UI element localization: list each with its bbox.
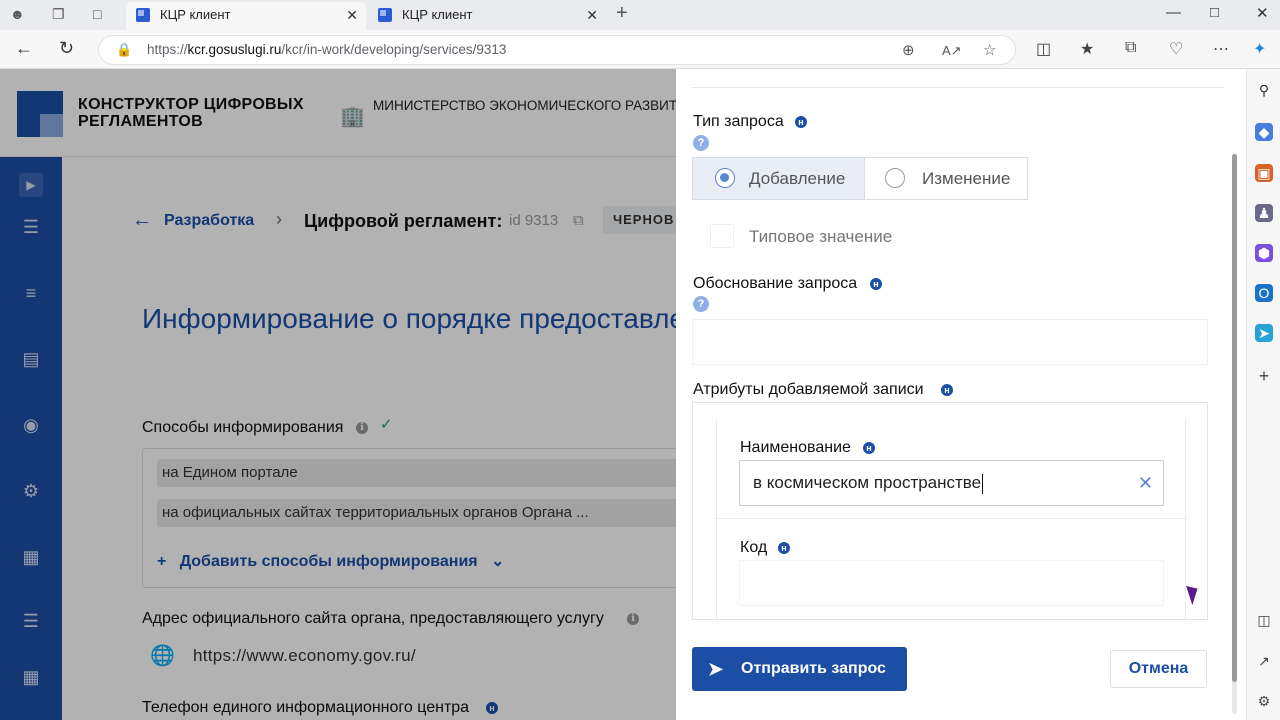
justification-label: Обоснование запроса (693, 275, 858, 292)
attributes-inner: Наименование н в космическом пространств… (716, 419, 1187, 621)
paper-plane-icon: ➤ (708, 659, 724, 679)
lock-icon[interactable]: 🔒 (116, 42, 132, 58)
profile-icon[interactable]: ☻ (10, 6, 25, 22)
name-input-value: в космическом пространстве (753, 473, 982, 492)
microsoft-365-icon[interactable]: ⬢ (1255, 244, 1273, 262)
url-path: /kcr/in-work/developing/services/9313 (281, 42, 507, 57)
radio-change-label: Изменение (922, 169, 1011, 188)
attributes-box: Наименование н в космическом пространств… (692, 402, 1208, 621)
address-bar[interactable]: 🔒 https://kcr.gosuslugi.ru/kcr/in-work/d… (98, 35, 1016, 65)
info-icon[interactable]: н (870, 278, 882, 290)
name-input[interactable]: в космическом пространстве ✕ (739, 460, 1164, 506)
request-type-radio-group: Добавление Изменение (692, 157, 1028, 200)
favorites-icon[interactable]: ★ (1080, 39, 1094, 59)
shopping-icon[interactable]: ◆ (1255, 123, 1273, 141)
kcr-favicon-icon (378, 8, 392, 22)
tab-title: КЦР клиент (402, 7, 473, 22)
browser-tab-active[interactable]: КЦР клиент ✕ (126, 2, 366, 30)
maximize-icon[interactable]: □ (1210, 4, 1219, 21)
more-menu-icon[interactable]: ⋯ (1213, 39, 1229, 59)
radio-change[interactable]: Изменение (865, 158, 1027, 199)
new-tab-icon[interactable]: + (616, 2, 628, 25)
send-request-label: Отправить запрос (741, 660, 886, 677)
workspaces-icon[interactable]: ❐ (52, 6, 65, 23)
collections-icon[interactable]: ⧉ (1125, 39, 1136, 57)
radio-add[interactable]: Добавление (693, 158, 865, 199)
url-text[interactable]: https://kcr.gosuslugi.ru/kcr/in-work/dev… (147, 42, 506, 57)
browser-tab-bar: ☻ ❐ □ КЦР клиент ✕ КЦР клиент ✕ + — □ ✕ (0, 0, 1280, 30)
url-prefix: https:// (147, 42, 188, 57)
external-link-icon[interactable]: ↗ (1255, 652, 1273, 670)
sidebar-toggle-icon[interactable]: ◫ (1255, 611, 1273, 629)
outlook-icon[interactable]: O (1255, 284, 1273, 302)
split-screen-icon[interactable]: ◫ (1036, 39, 1051, 59)
name-label: Наименование (740, 439, 851, 456)
tab-title: КЦР клиент (160, 7, 231, 22)
tab-actions-icon[interactable]: □ (93, 6, 101, 22)
info-icon[interactable]: н (941, 384, 953, 396)
close-tab-icon[interactable]: ✕ (346, 2, 358, 28)
reload-icon[interactable]: ↻ (59, 38, 74, 59)
typical-value-checkbox[interactable] (710, 224, 734, 248)
clear-icon[interactable]: ✕ (1138, 461, 1153, 505)
divider (692, 87, 1224, 88)
justification-field[interactable] (692, 319, 1208, 365)
send-request-button[interactable]: ➤ Отправить запрос (692, 647, 907, 691)
edge-sidebar: ⚲ ◆ ▣ ♟ ⬢ O ➤ + ◫ ↗ ⚙ (1246, 69, 1280, 720)
help-icon[interactable]: ? (693, 135, 709, 151)
drop-icon[interactable]: ➤ (1255, 324, 1273, 342)
attributes-label: Атрибуты добавляемой записи (693, 381, 924, 398)
typical-value-label: Типовое значение (749, 227, 893, 246)
code-input[interactable] (739, 560, 1164, 606)
search-icon[interactable]: ⚲ (1255, 81, 1273, 99)
settings-gear-icon[interactable]: ⚙ (1255, 692, 1273, 710)
read-aloud-icon[interactable]: A↗ (942, 43, 962, 59)
minimize-icon[interactable]: — (1166, 4, 1181, 21)
request-drawer: Тип запроса н ? Добавление Изменение Тип… (676, 69, 1246, 720)
modal-backdrop[interactable] (0, 69, 676, 720)
url-host: kcr.gosuslugi.ru (187, 42, 282, 57)
browser-tab[interactable]: КЦР клиент ✕ (368, 2, 606, 30)
back-icon[interactable]: ← (15, 38, 33, 59)
radio-unselected-icon[interactable] (885, 168, 905, 188)
close-tab-icon[interactable]: ✕ (586, 2, 598, 28)
browser-essentials-icon[interactable]: ♡ (1169, 39, 1183, 59)
favorite-star-icon[interactable]: ☆ (983, 41, 996, 59)
radio-selected-icon[interactable] (715, 168, 735, 188)
close-window-icon[interactable]: ✕ (1256, 4, 1269, 22)
add-sidebar-app-icon[interactable]: + (1255, 367, 1273, 385)
kcr-favicon-icon (136, 8, 150, 22)
request-type-label: Тип запроса (693, 113, 784, 130)
zoom-icon[interactable]: ⊕ (902, 41, 915, 59)
info-icon[interactable]: н (795, 116, 807, 128)
text-caret (982, 473, 984, 494)
divider (717, 518, 1187, 519)
code-label: Код (740, 539, 768, 556)
help-icon[interactable]: ? (693, 296, 709, 312)
scrollbar-thumb[interactable] (1232, 154, 1237, 682)
games-icon[interactable]: ♟ (1255, 204, 1273, 222)
browser-nav-bar: ← ↻ 🔒 https://kcr.gosuslugi.ru/kcr/in-wo… (0, 30, 1280, 69)
tools-icon[interactable]: ▣ (1255, 164, 1273, 182)
copilot-icon[interactable]: ✦ (1253, 39, 1266, 59)
info-icon[interactable]: н (863, 442, 875, 454)
radio-add-label: Добавление (749, 169, 846, 188)
info-icon[interactable]: н (778, 542, 790, 554)
cancel-button[interactable]: Отмена (1110, 650, 1207, 688)
